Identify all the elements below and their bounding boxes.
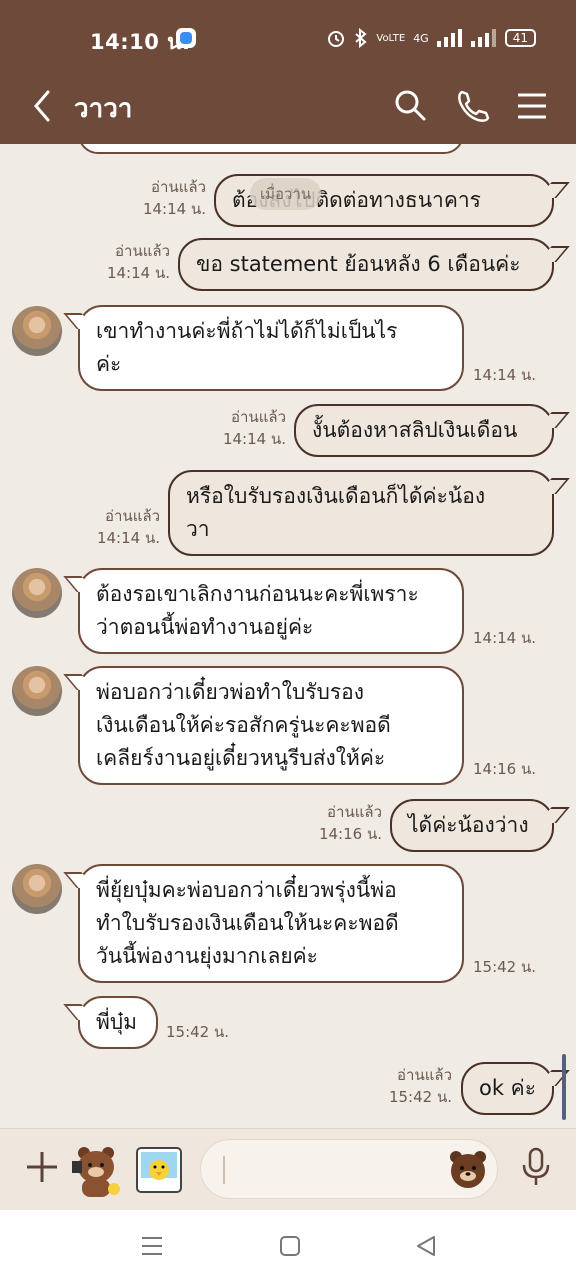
text-cursor [223,1156,225,1184]
message-time: 15:42 น. [473,958,537,976]
read-status: อ่านแล้ว 14:14 น. [97,505,160,549]
message-text: พี่บุ๋ม [96,1010,138,1034]
message-text-line: ว่าตอนนี้พ่อทำงานอยู่ค่ะ [96,615,314,639]
brown-bear-sticker-icon[interactable] [68,1141,124,1199]
network-label: 4G [413,31,429,45]
contact-avatar[interactable] [12,306,62,356]
read-label: อ่านแล้ว [151,178,206,196]
read-label: อ่านแล้ว [115,242,170,260]
message-text-line: วา [186,517,210,541]
contact-avatar[interactable] [12,568,62,618]
system-icons: VoLTE 4G 41 [326,28,536,48]
message-text: ขอ statement ย้อนหลัง 6 เดือนค่ะ [196,252,521,276]
message-text: ได้ค่ะน้องว่าง [408,813,529,837]
message-bubble-incoming[interactable]: เขาทำงานค่ะพี่ถ้าไม่ได้ก็ไม่เป็นไร ค่ะ [78,305,464,391]
message-text-line: ต้องรอเขาเลิกงานก่อนนะคะพี่เพราะ [96,582,419,606]
microphone-icon[interactable] [520,1145,552,1189]
read-label: อ่านแล้ว [105,507,160,525]
status-bar: 14:10 น. VoLTE 4G 41 [0,0,576,72]
alarm-icon [328,31,345,47]
signal-icon-2 [470,29,496,47]
contact-avatar[interactable] [12,666,62,716]
menu-icon[interactable] [512,86,552,126]
chat-header: วาวา [0,72,576,144]
read-label: อ่านแล้ว [397,1066,452,1084]
message-time: 14:14 น. [473,366,537,384]
message-text-line: ทำใบรับรองเงินเดือนให้นะคะพอดี [96,911,399,935]
message-text-line: เขาทำงานค่ะพี่ถ้าไม่ได้ก็ไม่เป็นไร [96,319,398,343]
battery-indicator: 41 [504,29,536,47]
home-icon[interactable] [276,1232,304,1260]
message-bubble-outgoing[interactable]: หรือใบรับรองเงินเดือนก็ได้ค่ะน้อง วา [168,470,554,556]
message-bubble-incoming[interactable]: พี่บุ๋ม [78,996,158,1049]
volte-label: VoLTE [376,32,406,44]
signal-icon [436,29,462,47]
message-text-line: เงินเดือนให้ค่ะรอสักครู่นะคะพอดี [96,713,391,737]
message-bubble-outgoing[interactable]: ok ค่ะ [461,1062,554,1115]
message-time: 14:14 น. [96,529,160,547]
message-bubble-outgoing[interactable]: ได้ค่ะน้องว่าง [390,799,554,852]
message-time: 14:14 น. [142,200,206,218]
message-text: งั้นต้องหาสลิปเงินเดือน [312,418,518,442]
back-nav-icon[interactable] [412,1232,440,1260]
read-status: อ่านแล้ว 14:14 น. [143,176,206,220]
message-bubble-incoming[interactable]: ต้องรอเขาเลิกงานก่อนนะคะพี่เพราะ ว่าตอนน… [78,568,464,654]
recent-apps-icon[interactable] [138,1232,166,1260]
message-bubble-incoming[interactable]: พ่อบอกว่าเดี๋ยวพ่อทำใบรับรอง เงินเดือนให… [78,666,464,785]
message-bubble-partial[interactable] [78,144,464,154]
message-text-line: พี่ยุ้ยบุ๋มคะพ่อบอกว่าเดี๋ยวพรุ่งนี้พ่อ [96,878,397,902]
message-time: 14:14 น. [106,264,170,282]
message-text-line: ค่ะ [96,352,122,376]
message-time: 14:14 น. [222,430,286,448]
message-text-line: หรือใบรับรองเงินเดือนก็ได้ค่ะน้อง [186,484,486,508]
notification-app-icon [176,28,196,48]
search-icon[interactable] [390,86,430,126]
read-label: อ่านแล้ว [231,408,286,426]
contact-avatar[interactable] [12,864,62,914]
message-bubble-incoming[interactable]: พี่ยุ้ยบุ๋มคะพ่อบอกว่าเดี๋ยวพรุ่งนี้พ่อ … [78,864,464,983]
message-input-bar [0,1128,576,1210]
plus-icon[interactable] [22,1147,62,1187]
bear-emoji-icon[interactable] [446,1147,490,1191]
read-status: อ่านแล้ว 15:42 น. [389,1064,452,1108]
bluetooth-icon [355,28,367,48]
sally-sticker-icon[interactable] [134,1145,184,1195]
message-text: ok ค่ะ [479,1076,537,1100]
date-divider: เมื่อวาน [250,178,322,210]
read-status: อ่านแล้ว 14:16 น. [319,801,382,845]
phone-icon[interactable] [452,86,492,126]
message-bubble-outgoing[interactable]: ขอ statement ย้อนหลัง 6 เดือนค่ะ [178,238,554,291]
read-status: อ่านแล้ว 14:14 น. [107,240,170,284]
message-time: 15:42 น. [388,1088,452,1106]
chat-title[interactable]: วาวา [74,88,132,129]
system-navigation-bar [0,1210,576,1280]
message-bubble-outgoing[interactable]: งั้นต้องหาสลิปเงินเดือน [294,404,554,457]
scrollbar[interactable] [562,1054,566,1120]
message-text-line: เคลียร์งานอยู่เดี๋ยวหนูรีบส่งให้ค่ะ [96,746,386,770]
message-text-line: วันนี้พ่องานยุ่งมากเลยค่ะ [96,944,318,968]
message-time: 14:16 น. [318,825,382,843]
message-time: 14:14 น. [473,629,537,647]
message-time: 15:42 น. [166,1023,230,1041]
message-time: 14:16 น. [473,760,537,778]
read-label: อ่านแล้ว [327,803,382,821]
chevron-left-icon[interactable] [28,86,58,126]
chat-area[interactable]: อ่านแล้ว 14:14 น. ต้องส่งไปติดต่อทางธนาค… [0,144,576,1128]
message-text-line: พ่อบอกว่าเดี๋ยวพ่อทำใบรับรอง [96,680,365,704]
read-status: อ่านแล้ว 14:14 น. [223,406,286,450]
